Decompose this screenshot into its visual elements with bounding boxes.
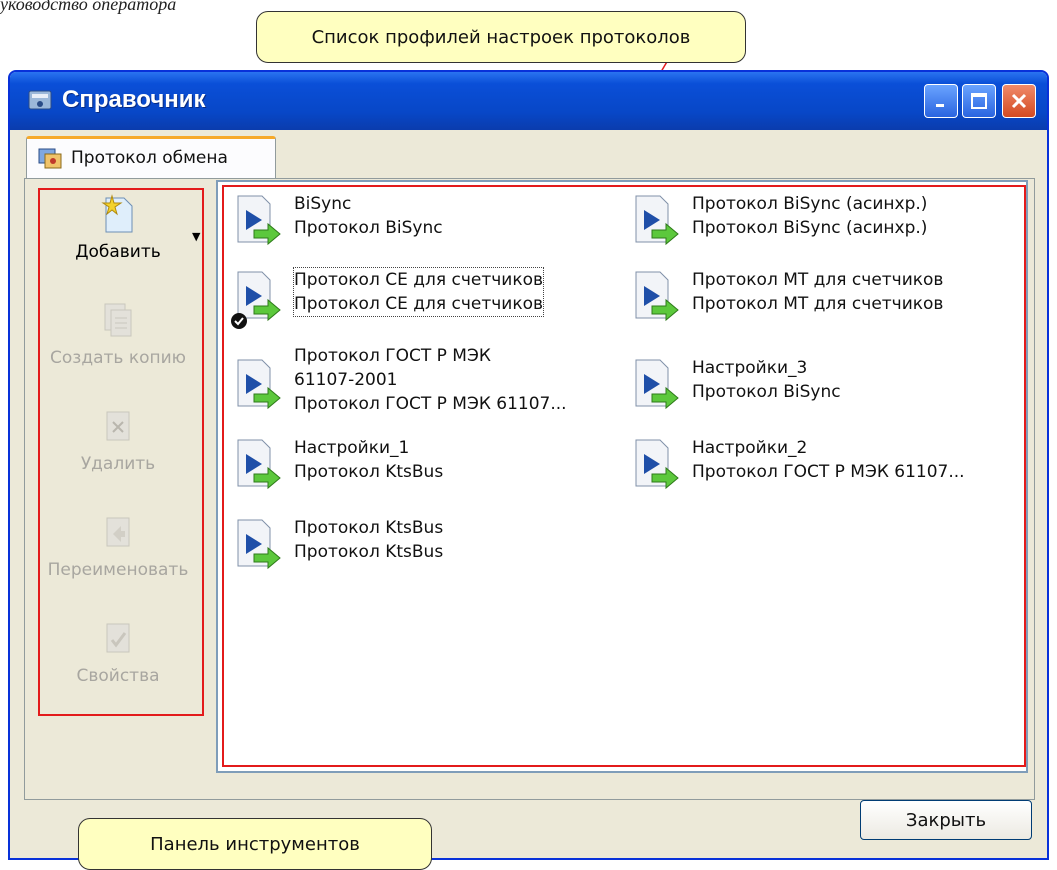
protocol-tab-icon: [38, 148, 62, 169]
callout-profiles-list: Список профилей настроек протоколов: [256, 11, 746, 63]
title-bar[interactable]: Справочник: [10, 72, 1047, 130]
window-title: Справочник: [62, 86, 206, 113]
maximize-icon: [971, 93, 987, 109]
close-icon: [1011, 93, 1027, 109]
app-icon: [28, 90, 52, 110]
profiles-list-highlight-frame: [222, 185, 1026, 767]
minimize-button[interactable]: [924, 84, 958, 118]
callout-toolbar: Панель инструментов: [78, 818, 432, 870]
close-window-button[interactable]: [1002, 84, 1036, 118]
toolbar-highlight-frame: [38, 188, 204, 716]
maximize-button[interactable]: [962, 84, 996, 118]
tab-exchange-protocol[interactable]: Протокол обмена: [26, 136, 276, 180]
reference-window: Справочник Протокол обмена Добавить ▼ Со…: [8, 70, 1049, 860]
document-header: уководство оператора: [0, 0, 177, 14]
tab-label: Протокол обмена: [71, 148, 228, 168]
minimize-icon: [936, 104, 944, 107]
close-button[interactable]: Закрыть: [860, 800, 1032, 840]
